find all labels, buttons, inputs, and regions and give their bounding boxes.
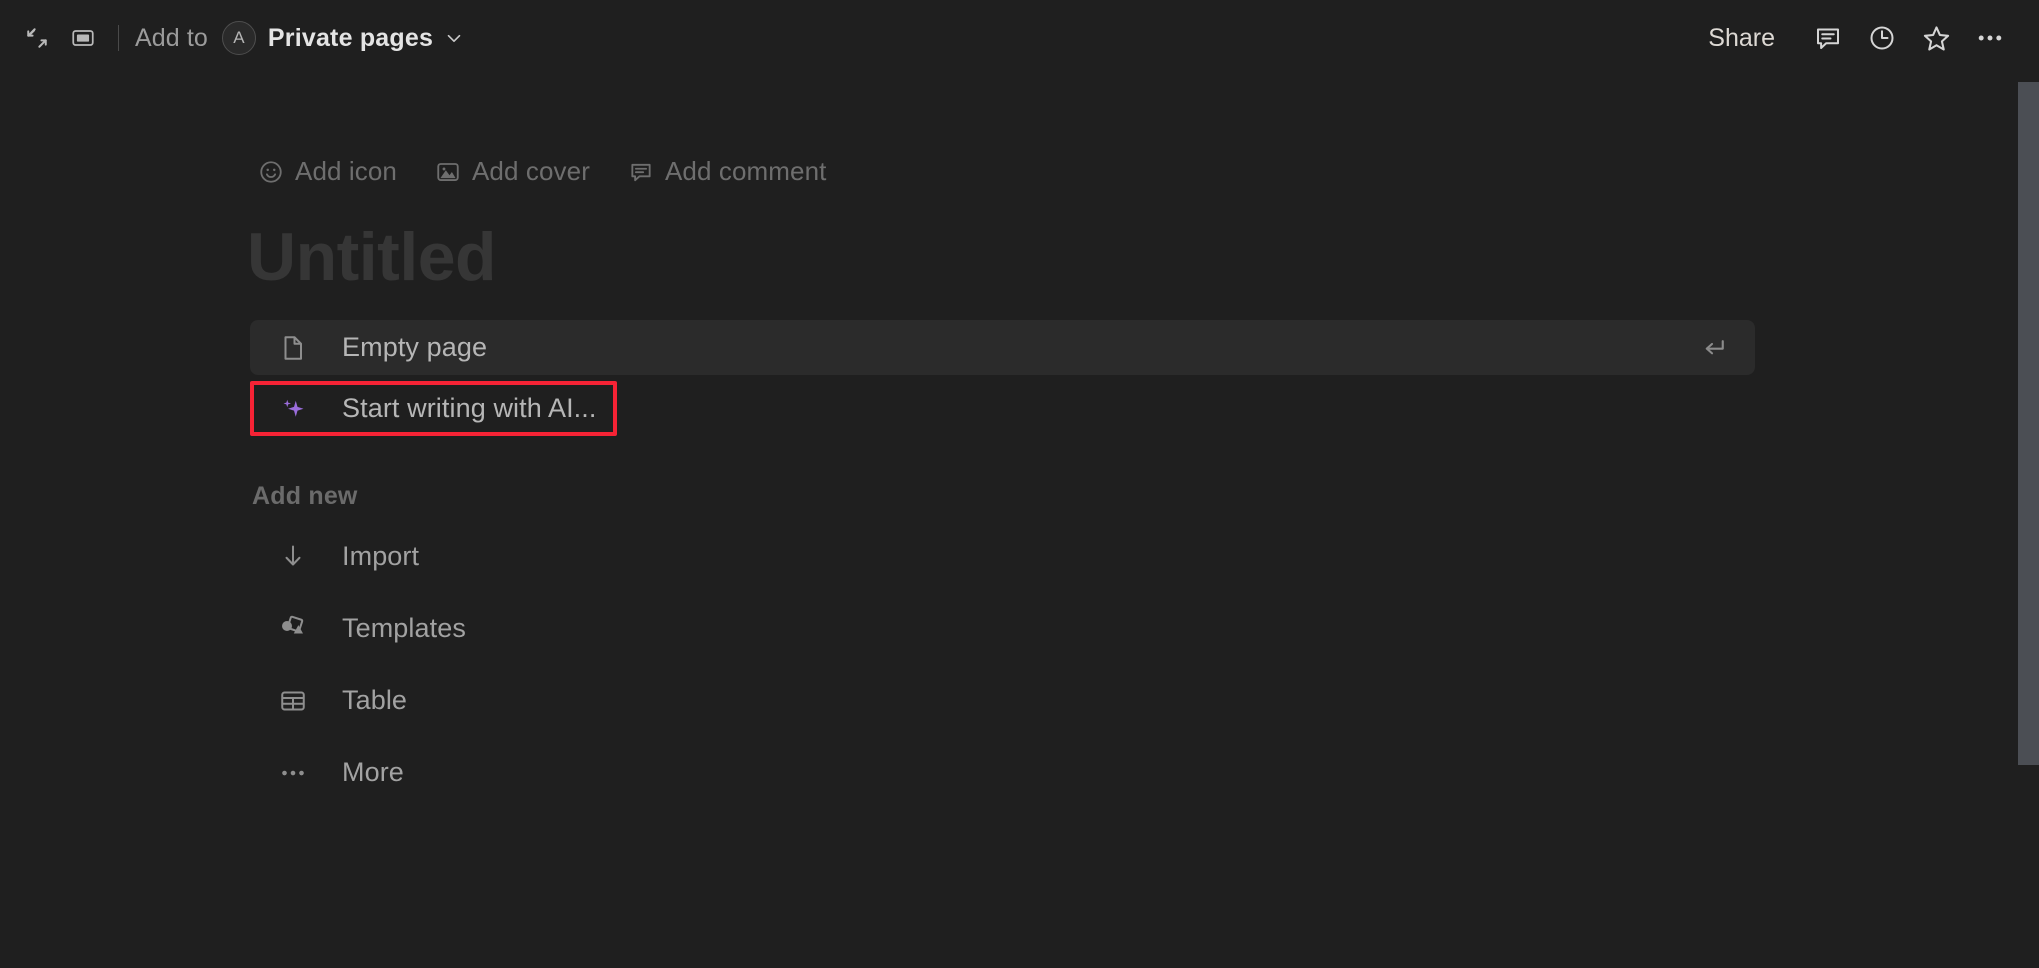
add-new-item-more-label: More: [342, 757, 404, 788]
top-bar: Add to A Private pages Share: [0, 0, 2039, 76]
page-content-column: Add icon Add cover Add comment Untitled …: [247, 76, 1760, 817]
top-bar-right-group: Share: [1694, 13, 2017, 63]
page-body: Add icon Add cover Add comment Untitled …: [0, 76, 2012, 968]
ai-sparkle-icon: [278, 394, 320, 424]
smiley-face-icon: [258, 159, 284, 185]
import-download-icon: [278, 542, 320, 572]
more-horizontal-icon[interactable]: [1963, 13, 2017, 63]
add-to-label: Add to: [135, 23, 208, 52]
add-new-list: Import Templates Table More: [250, 529, 1760, 800]
chevron-down-icon[interactable]: [443, 27, 465, 49]
comment-icon[interactable]: [1801, 13, 1855, 63]
star-icon[interactable]: [1909, 13, 1963, 63]
add-icon-button[interactable]: Add icon: [250, 152, 405, 191]
add-new-item-table[interactable]: Table: [250, 673, 1760, 728]
clock-history-icon[interactable]: [1855, 13, 1909, 63]
enter-key-icon: [1699, 333, 1729, 363]
toolbar-divider: [118, 25, 119, 51]
templates-shapes-icon: [278, 614, 320, 644]
add-new-item-import-label: Import: [342, 541, 420, 572]
suggestion-empty-page[interactable]: Empty page: [250, 320, 1755, 376]
suggestion-ai-wrapper: Start writing with AI...: [250, 381, 617, 437]
image-icon: [435, 159, 461, 185]
add-comment-label: Add comment: [664, 156, 827, 186]
add-icon-label: Add icon: [295, 156, 397, 186]
add-new-item-more[interactable]: More: [250, 745, 1760, 800]
comment-icon: [628, 159, 654, 185]
more-horizontal-icon: [278, 758, 320, 788]
page-title[interactable]: Untitled: [247, 220, 1760, 294]
table-grid-icon: [278, 686, 320, 716]
scrollbar-thumb[interactable]: [2018, 82, 2039, 765]
suggestion-empty-page-label: Empty page: [342, 332, 488, 363]
add-new-item-templates-label: Templates: [342, 613, 466, 644]
breadcrumb-private-pages[interactable]: Private pages: [268, 24, 433, 53]
add-cover-button[interactable]: Add cover: [427, 152, 598, 191]
add-new-item-table-label: Table: [342, 685, 408, 716]
workspace-avatar[interactable]: A: [221, 21, 256, 55]
vertical-scrollbar[interactable]: [2015, 0, 2039, 968]
suggestion-ai-label: Start writing with AI...: [342, 393, 597, 424]
top-bar-left-group: Add to A Private pages: [14, 15, 465, 61]
suggestion-start-writing-with-ai[interactable]: Start writing with AI...: [250, 381, 617, 436]
add-cover-label: Add cover: [471, 156, 590, 186]
add-new-item-templates[interactable]: Templates: [250, 601, 1760, 656]
share-button[interactable]: Share: [1694, 18, 1789, 59]
page-file-icon: [278, 333, 320, 363]
expand-diagonal-icon[interactable]: [14, 15, 60, 61]
side-peek-icon[interactable]: [60, 15, 106, 61]
add-comment-button[interactable]: Add comment: [620, 152, 835, 191]
add-new-section-label: Add new: [252, 482, 358, 511]
add-new-item-import[interactable]: Import: [250, 529, 1760, 584]
suggestion-list: Empty page Start writing with AI...: [250, 320, 1760, 437]
page-meta-actions: Add icon Add cover Add comment: [250, 152, 1760, 191]
